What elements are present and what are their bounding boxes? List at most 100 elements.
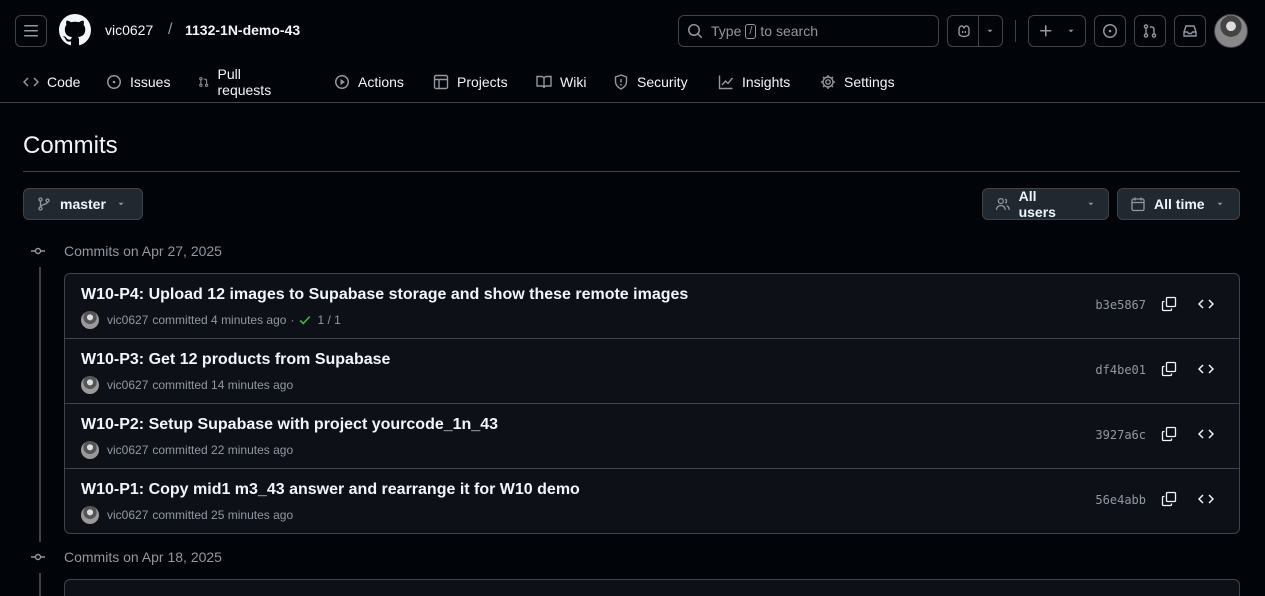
commit-title[interactable]: W10-P4: Upload 12 images to Supabase sto… [81,286,688,304]
copilot-button[interactable] [947,15,1003,47]
author-avatar[interactable] [81,506,99,524]
timeline-line [39,267,41,542]
menu-button[interactable] [15,15,47,47]
commit-group-date: Commits on Apr 27, 2025 [64,243,222,259]
author-avatar[interactable] [81,441,99,459]
tab-projects-label: Projects [457,74,508,90]
tab-security[interactable]: Security [613,70,688,94]
page-title: Commits [23,132,118,159]
tab-issues[interactable]: Issues [106,70,170,94]
git-branch-icon [38,197,50,211]
plus-icon [1040,25,1052,37]
commit-group-heading: Commits on Apr 27, 2025 [30,243,222,259]
meta-dot: · [290,313,295,327]
tab-wiki-label: Wiki [560,74,587,90]
commit-row: W10-P4: Upload 12 images to Supabase sto… [65,274,1239,339]
create-new-button[interactable] [1028,15,1086,47]
time-filter-label: All time [1154,196,1205,212]
tab-settings[interactable]: Settings [820,70,895,94]
tab-wiki[interactable]: Wiki [536,70,586,94]
browse-repo-button[interactable] [1198,426,1214,442]
commit-author[interactable]: vic0627 [107,313,148,327]
copilot-divider [977,16,979,46]
tab-actions[interactable]: Actions [334,70,404,94]
user-avatar[interactable] [1214,14,1248,48]
search-suffix: to search [760,23,819,39]
tab-projects[interactable]: Projects [433,70,508,94]
pull-request-icon [1143,24,1157,38]
copy-icon [1161,491,1177,507]
copy-sha-button[interactable] [1161,296,1177,312]
copy-sha-button[interactable] [1161,426,1177,442]
commit-meta: vic0627 committed 14 minutes ago [81,376,293,394]
commit-sha[interactable]: 56e4abb [1095,493,1146,507]
tab-issues-label: Issues [130,74,171,90]
commit-row: W10-P1: Copy mid1 m3_43 answer and rearr… [65,469,1239,533]
tab-code[interactable]: Code [23,70,80,94]
commit-time: committed 25 minutes ago [152,508,294,522]
time-filter[interactable]: All time [1117,188,1240,220]
users-filter[interactable]: All users [982,188,1109,220]
commit-sha[interactable]: b3e5867 [1095,298,1146,312]
repo-link[interactable]: 1132-1N-demo-43 [185,22,300,38]
issue-icon [107,75,121,89]
code-icon [1198,299,1214,309]
author-avatar[interactable] [81,376,99,394]
commit-author[interactable]: vic0627 [107,508,148,522]
checks-status[interactable]: · 1 / 1 [290,313,340,327]
commit-icon [31,247,45,255]
code-icon [1198,494,1214,504]
commit-list [64,579,1240,596]
users-filter-label: All users [1018,188,1056,220]
header-divider [1015,20,1016,42]
table-icon [433,74,449,90]
author-avatar[interactable] [81,311,99,329]
tab-security-label: Security [637,74,688,90]
tab-insights-label: Insights [742,74,791,90]
commit-sha[interactable]: df4be01 [1095,363,1146,377]
tab-pull-requests-label: Pull requests [217,66,272,98]
commit-time: committed 22 minutes ago [152,443,294,457]
browse-repo-button[interactable] [1198,296,1214,312]
your-pull-requests-button[interactable] [1134,15,1166,47]
inbox-button[interactable] [1174,15,1206,47]
commit-icon [31,553,45,561]
commit-sha[interactable]: 3927a6c [1095,428,1146,442]
branch-name: master [60,196,106,212]
tab-insights[interactable]: Insights [718,70,790,94]
path-separator: / [168,21,173,38]
people-icon [995,198,1010,210]
commit-author[interactable]: vic0627 [107,378,148,392]
your-issues-button[interactable] [1094,15,1126,47]
commit-group-date: Commits on Apr 18, 2025 [64,549,222,565]
copy-sha-button[interactable] [1161,491,1177,507]
owner-link[interactable]: vic0627 [105,22,153,38]
code-icon [23,77,39,87]
calendar-icon [1131,197,1145,212]
pull-request-icon [199,77,209,87]
chevron-down-icon[interactable] [985,26,995,36]
browse-repo-button[interactable] [1198,361,1214,377]
code-icon [1198,429,1214,439]
title-divider [23,171,1240,172]
commit-time: committed 4 minutes ago [152,313,287,327]
tab-pull-requests[interactable]: Pull requests [198,66,276,98]
check-icon [300,315,311,325]
inbox-icon [1183,25,1197,37]
commit-meta: vic0627 committed 25 minutes ago [81,506,293,524]
hamburger-icon [24,25,38,37]
github-logo-icon[interactable] [59,14,91,46]
commit-title[interactable]: W10-P2: Setup Supabase with project your… [81,416,498,434]
commit-author[interactable]: vic0627 [107,443,148,457]
triangle-down-icon [1217,202,1223,206]
branch-selector[interactable]: master [23,188,143,220]
commit-meta: vic0627 committed 4 minutes ago · 1 / 1 [81,311,341,329]
search-input[interactable]: Type / to search [678,15,939,47]
commit-title[interactable]: W10-P3: Get 12 products from Supabase [81,351,390,369]
gear-icon [821,75,835,89]
copy-icon [1161,361,1177,377]
code-icon [1198,364,1214,374]
commit-title[interactable]: W10-P1: Copy mid1 m3_43 answer and rearr… [81,481,580,499]
copy-sha-button[interactable] [1161,361,1177,377]
browse-repo-button[interactable] [1198,491,1214,507]
